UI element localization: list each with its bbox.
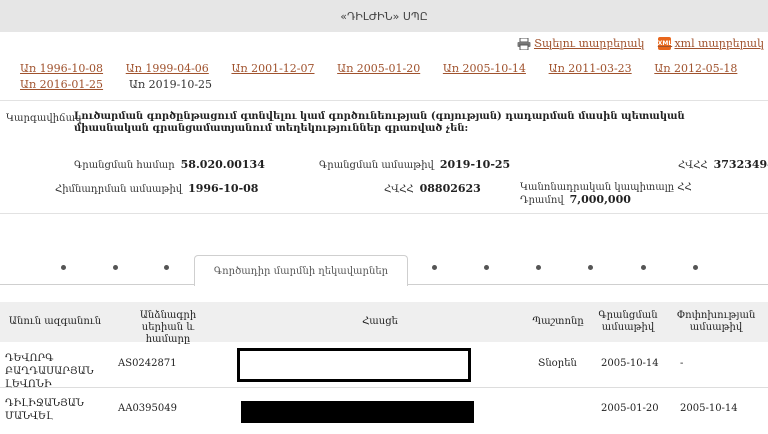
print-bar: Տպելու տարբերակ XML xml տարբերակ: [517, 37, 764, 50]
printer-icon: [517, 37, 531, 50]
tab-executive-heads[interactable]: Գործադիր մարմնի ղեկավարներ: [194, 255, 408, 286]
reg-date-field: Գրանցման ամսաթիվ 2019-10-25: [319, 158, 510, 171]
tab-dot[interactable]: [536, 265, 541, 270]
reg-date-label: Գրանցման ամսաթիվ: [319, 160, 434, 171]
reg-number-value: 58.020.00134: [180, 158, 265, 171]
cell-passport: AS0242871: [118, 358, 177, 369]
status-block: Կարգավիճակ Լուծարման գործընթացում գտնվել…: [6, 111, 756, 135]
tab-dot[interactable]: [693, 265, 698, 270]
title-bar: «ԴԻԼԺԻՆ» ՍՊԸ: [0, 0, 768, 32]
cell-passport: AA0395049: [118, 403, 177, 414]
cell-reg-date: 2005-10-14: [601, 358, 659, 369]
tab-dot[interactable]: [588, 265, 593, 270]
tab-executive-heads-label: Գործադիր մարմնի ղեկավարներ: [213, 265, 389, 277]
founding-date-field: Հիմնադրման ամսաթիվ 1996-10-08: [55, 182, 258, 195]
capital-field: Կանոնադրական կապիտալը ՀՀ Դրամով 7,000,000: [520, 182, 768, 206]
xml-version-link[interactable]: XML xml տարբերակ: [658, 37, 764, 50]
tab-dot[interactable]: [164, 265, 169, 270]
hvhh-label: ՀՎՀՀ: [384, 184, 414, 195]
col-header-change-date: Փոփոխության ամսաթիվ: [676, 310, 756, 333]
redacted-address: [241, 401, 474, 423]
col-header-reg-date: Գրանցման ամսաթիվ: [598, 310, 658, 333]
history-date-link[interactable]: Առ 2012-05-18: [654, 62, 760, 78]
history-date-link[interactable]: Առ 2011-03-23: [549, 62, 655, 78]
table-header: Անուն ազգանուն Անձնագրի սերիան և համարը …: [0, 302, 768, 345]
tab-dot[interactable]: [641, 265, 646, 270]
history-dates-row: Առ 2016-01-25 Առ 2019-10-25: [20, 78, 760, 94]
status-label: Կարգավիճակ: [6, 113, 82, 124]
reg-number-label: Գրանցման համար: [74, 160, 175, 171]
cell-change-date: -: [680, 358, 684, 369]
tab-bar: Գործադիր մարմնի ղեկավարներ: [0, 253, 768, 286]
cell-position: Տնօրեն: [538, 358, 577, 369]
tab-dot[interactable]: [432, 265, 437, 270]
xml-version-label: xml տարբերակ: [674, 37, 764, 50]
hvhh-value: 08802623: [419, 182, 481, 195]
history-date-link[interactable]: Առ 2005-01-20: [337, 62, 443, 78]
col-header-name: Անուն ազգանուն: [8, 316, 102, 327]
cell-name: ԴԵՎՈՐԳ ԲԱՂԴԱՍԱՐՅԱՆ ԼԵՎՈՆԻ: [5, 353, 94, 390]
founding-date-value: 1996-10-08: [188, 182, 259, 195]
page-title: «ԴԻԼԺԻՆ» ՍՊԸ: [340, 9, 428, 23]
history-date-link[interactable]: Առ 1999-04-06: [126, 62, 232, 78]
tab-dot[interactable]: [484, 265, 489, 270]
tin-label: ՀՎՀՀ: [678, 160, 708, 171]
founding-date-label: Հիմնադրման ամսաթիվ: [55, 184, 183, 195]
tin-field: ՀՎՀՀ 37323494: [678, 158, 768, 171]
xml-icon: XML: [658, 37, 672, 50]
history-dates: Առ 1996-10-08 Առ 1999-04-06 Առ 2001-12-0…: [20, 62, 760, 94]
reg-number-field: Գրանցման համար 58.020.00134: [74, 158, 265, 171]
history-date-link[interactable]: Առ 1996-10-08: [20, 62, 126, 78]
history-dates-row: Առ 1996-10-08 Առ 1999-04-06 Առ 2001-12-0…: [20, 62, 760, 78]
status-text: Լուծարման գործընթացում գտնվելու կամ գործ…: [74, 111, 685, 134]
divider: [0, 100, 768, 101]
tab-dot[interactable]: [61, 265, 66, 270]
history-date-link[interactable]: Առ 2016-01-25: [20, 78, 129, 94]
cell-name: ԴԻԼԻՋԱՆՅԱՆ ՄԱՆՎԵԼ: [5, 398, 84, 422]
col-header-passport: Անձնագրի սերիան և համարը: [139, 310, 197, 345]
cell-change-date: 2005-10-14: [680, 403, 738, 414]
history-date-link[interactable]: Առ 2005-10-14: [443, 62, 549, 78]
table-row: ԴԻԼԻՋԱՆՅԱՆ ՄԱՆՎԵԼ AA0395049 2005-01-20 2…: [0, 388, 768, 432]
print-version-link[interactable]: Տպելու տարբերակ: [517, 37, 644, 50]
divider: [0, 213, 768, 214]
capital-value: 7,000,000: [569, 193, 631, 206]
table-row: ԴԵՎՈՐԳ ԲԱՂԴԱՍԱՐՅԱՆ ԼԵՎՈՆԻ AS0242871 Տնօր…: [0, 343, 768, 390]
reg-date-value: 2019-10-25: [439, 158, 511, 171]
hvhh-field: ՀՎՀՀ 08802623: [384, 182, 481, 195]
print-version-label: Տպելու տարբերակ: [533, 37, 645, 50]
tin-value: 37323494: [713, 158, 768, 171]
history-date-link[interactable]: Առ 2001-12-07: [231, 62, 337, 78]
tab-dot[interactable]: [113, 265, 118, 270]
cell-reg-date: 2005-01-20: [601, 403, 659, 414]
redacted-address: [237, 348, 471, 382]
col-header-address: Հասցե: [362, 316, 398, 327]
history-date-current: Առ 2019-10-25: [129, 78, 213, 91]
col-header-position: Պաշտոնը: [532, 316, 584, 327]
